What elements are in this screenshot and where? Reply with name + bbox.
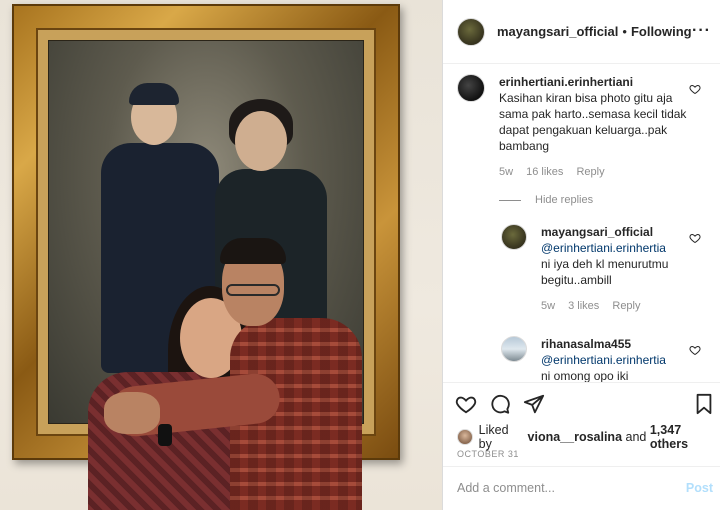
liker-avatar[interactable] [457, 429, 473, 445]
liker-username[interactable]: viona__rosalina [528, 430, 623, 444]
reply-meta: 5w 3 likes Reply [541, 298, 673, 314]
reply-text: ni iya deh kl menurutmu begitu..ambill [541, 257, 669, 287]
reply-reply-button[interactable]: Reply [612, 300, 640, 312]
comment-item: erinhertiani.erinhertiani Kasihan kiran … [457, 74, 687, 180]
liked-by-prefix: Liked by [478, 423, 509, 451]
reply-username[interactable]: rihanasalma455 [541, 337, 631, 351]
likes-count[interactable]: 1,347 others [650, 423, 720, 451]
more-horizontal-icon[interactable]: ··· [692, 22, 711, 40]
painted-woman-head [235, 111, 287, 171]
reply-text: ni omong opo iki [541, 369, 629, 382]
comments-list[interactable]: erinhertiani.erinhertiani Kasihan kiran … [443, 64, 720, 382]
commenter-avatar[interactable] [457, 74, 485, 102]
comment-meta: 5w 16 likes Reply [499, 164, 687, 180]
comment-likes[interactable]: 16 likes [526, 166, 563, 178]
add-comment-input[interactable] [457, 481, 657, 495]
reply-item: rihanasalma455 @erinhertiani.erinhertia … [501, 336, 685, 382]
comment-like-heart-icon[interactable] [689, 83, 701, 95]
post-comment-button[interactable]: Post [686, 481, 713, 495]
comment-text: Kasihan kiran bisa photo gitu aja sama p… [499, 91, 687, 153]
man-hand [104, 392, 160, 434]
heart-icon[interactable] [455, 393, 477, 415]
post-date[interactable]: OCTOBER 31 [457, 449, 519, 459]
reply-button[interactable]: Reply [576, 166, 604, 178]
reply-mention[interactable]: @erinhertiani.erinhertia [541, 240, 673, 256]
author-username[interactable]: mayangsari_official [497, 24, 618, 39]
painted-man-hat [129, 83, 179, 105]
send-icon[interactable] [523, 393, 545, 415]
comment-icon[interactable] [489, 393, 511, 415]
post-side-panel: mayangsari_official • Following ··· erin… [442, 0, 720, 510]
post-photo[interactable] [0, 0, 442, 510]
post-header: mayangsari_official • Following ··· [443, 0, 720, 64]
reply-like-heart-icon[interactable] [689, 344, 701, 356]
hide-replies-line [499, 199, 521, 201]
add-comment-bar: Post [443, 466, 720, 510]
hide-replies-toggle[interactable]: Hide replies [499, 194, 593, 206]
following-button[interactable]: Following [631, 24, 692, 39]
man-hair [220, 238, 286, 264]
liked-by-row: Liked by viona__rosalina and 1,347 other… [457, 423, 720, 451]
liked-by-and: and [625, 430, 647, 444]
reply-like-heart-icon[interactable] [689, 232, 701, 244]
comment-age[interactable]: 5w [499, 166, 513, 178]
wristwatch [158, 424, 172, 446]
reply-avatar[interactable] [501, 224, 527, 250]
reply-likes[interactable]: 3 likes [568, 300, 599, 312]
bookmark-icon[interactable] [693, 393, 715, 415]
header-separator: • [622, 24, 627, 39]
reply-item: mayangsari_official @erinhertiani.erinhe… [501, 224, 685, 314]
man-glasses [226, 284, 280, 296]
reply-age[interactable]: 5w [541, 300, 555, 312]
comment-username[interactable]: erinhertiani.erinhertiani [499, 75, 633, 89]
reply-username[interactable]: mayangsari_official [541, 225, 653, 239]
author-avatar[interactable] [457, 17, 485, 46]
reply-mention[interactable]: @erinhertiani.erinhertia [541, 352, 673, 368]
hide-replies-label: Hide replies [535, 194, 594, 206]
reply-avatar[interactable] [501, 336, 527, 362]
post-actions: Liked by viona__rosalina and 1,347 other… [443, 382, 720, 510]
